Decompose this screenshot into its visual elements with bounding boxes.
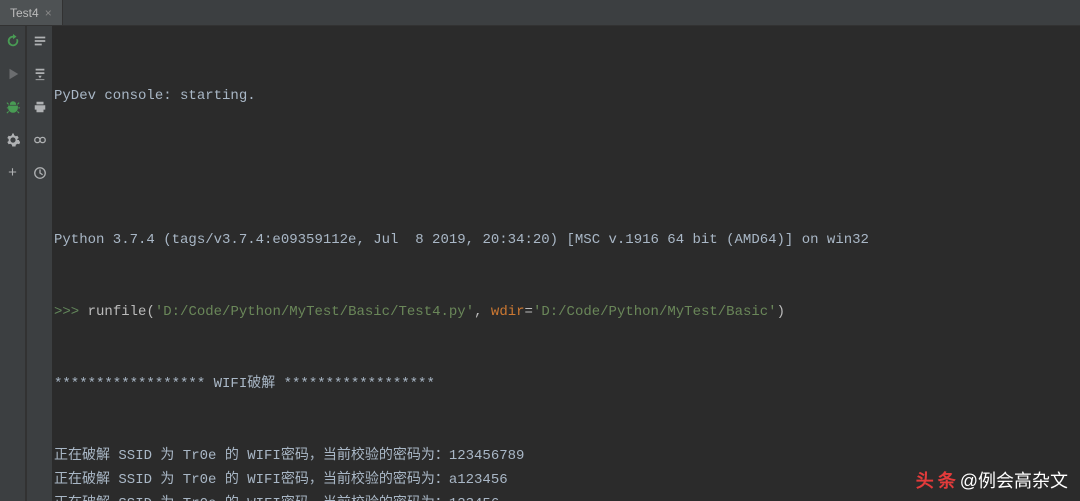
- comma: ,: [474, 304, 491, 320]
- eq: =: [525, 304, 533, 320]
- wdir-kw: wdir: [491, 304, 525, 320]
- variables-icon[interactable]: [33, 133, 47, 152]
- rerun-icon[interactable]: [6, 34, 20, 53]
- main-area: + PyDev console: starting. Python 3.7.4 …: [0, 26, 1080, 501]
- debug-icon[interactable]: [6, 100, 20, 119]
- add-icon[interactable]: +: [8, 166, 17, 181]
- left-gutter: +: [0, 26, 26, 501]
- prompt: >>>: [54, 304, 79, 320]
- scroll-end-icon[interactable]: [33, 67, 47, 86]
- toolbar-gutter: [26, 26, 52, 501]
- tab-test4[interactable]: Test4 ×: [0, 0, 63, 25]
- soft-wrap-icon[interactable]: [33, 34, 47, 53]
- tab-bar: Test4 ×: [0, 0, 1080, 26]
- print-icon[interactable]: [33, 100, 47, 119]
- console-runfile-line: >>> runfile('D:/Code/Python/MyTest/Basic…: [54, 300, 1078, 324]
- attempt-line: 正在破解 SSID 为 Tr0e 的 WIFI密码，当前校验的密码为：12345…: [54, 492, 1078, 501]
- watermark-brand: 头: [916, 467, 934, 493]
- console-header: ****************** WIFI破解 **************…: [54, 372, 1078, 396]
- watermark-brand: 条: [938, 467, 956, 493]
- tab-label: Test4: [10, 6, 39, 20]
- watermark-text: @例会高杂文: [960, 467, 1068, 493]
- history-icon[interactable]: [33, 166, 47, 185]
- watermark: 头条 @例会高杂文: [916, 467, 1068, 493]
- settings-icon[interactable]: [6, 133, 20, 152]
- wdir-val: 'D:/Code/Python/MyTest/Basic': [533, 304, 777, 320]
- attempt-line: 正在破解 SSID 为 Tr0e 的 WIFI密码，当前校验的密码为：12345…: [54, 444, 1078, 468]
- console-blank: [54, 156, 1078, 180]
- runfile-fn: runfile: [88, 304, 147, 320]
- open-paren: (: [146, 304, 154, 320]
- console-line: Python 3.7.4 (tags/v3.7.4:e09359112e, Ju…: [54, 228, 1078, 252]
- close-paren: ): [777, 304, 785, 320]
- console-line: PyDev console: starting.: [54, 84, 1078, 108]
- arg-path: 'D:/Code/Python/MyTest/Basic/Test4.py': [155, 304, 474, 320]
- close-icon[interactable]: ×: [45, 6, 52, 20]
- run-icon[interactable]: [6, 67, 20, 86]
- console-output[interactable]: PyDev console: starting. Python 3.7.4 (t…: [52, 26, 1080, 501]
